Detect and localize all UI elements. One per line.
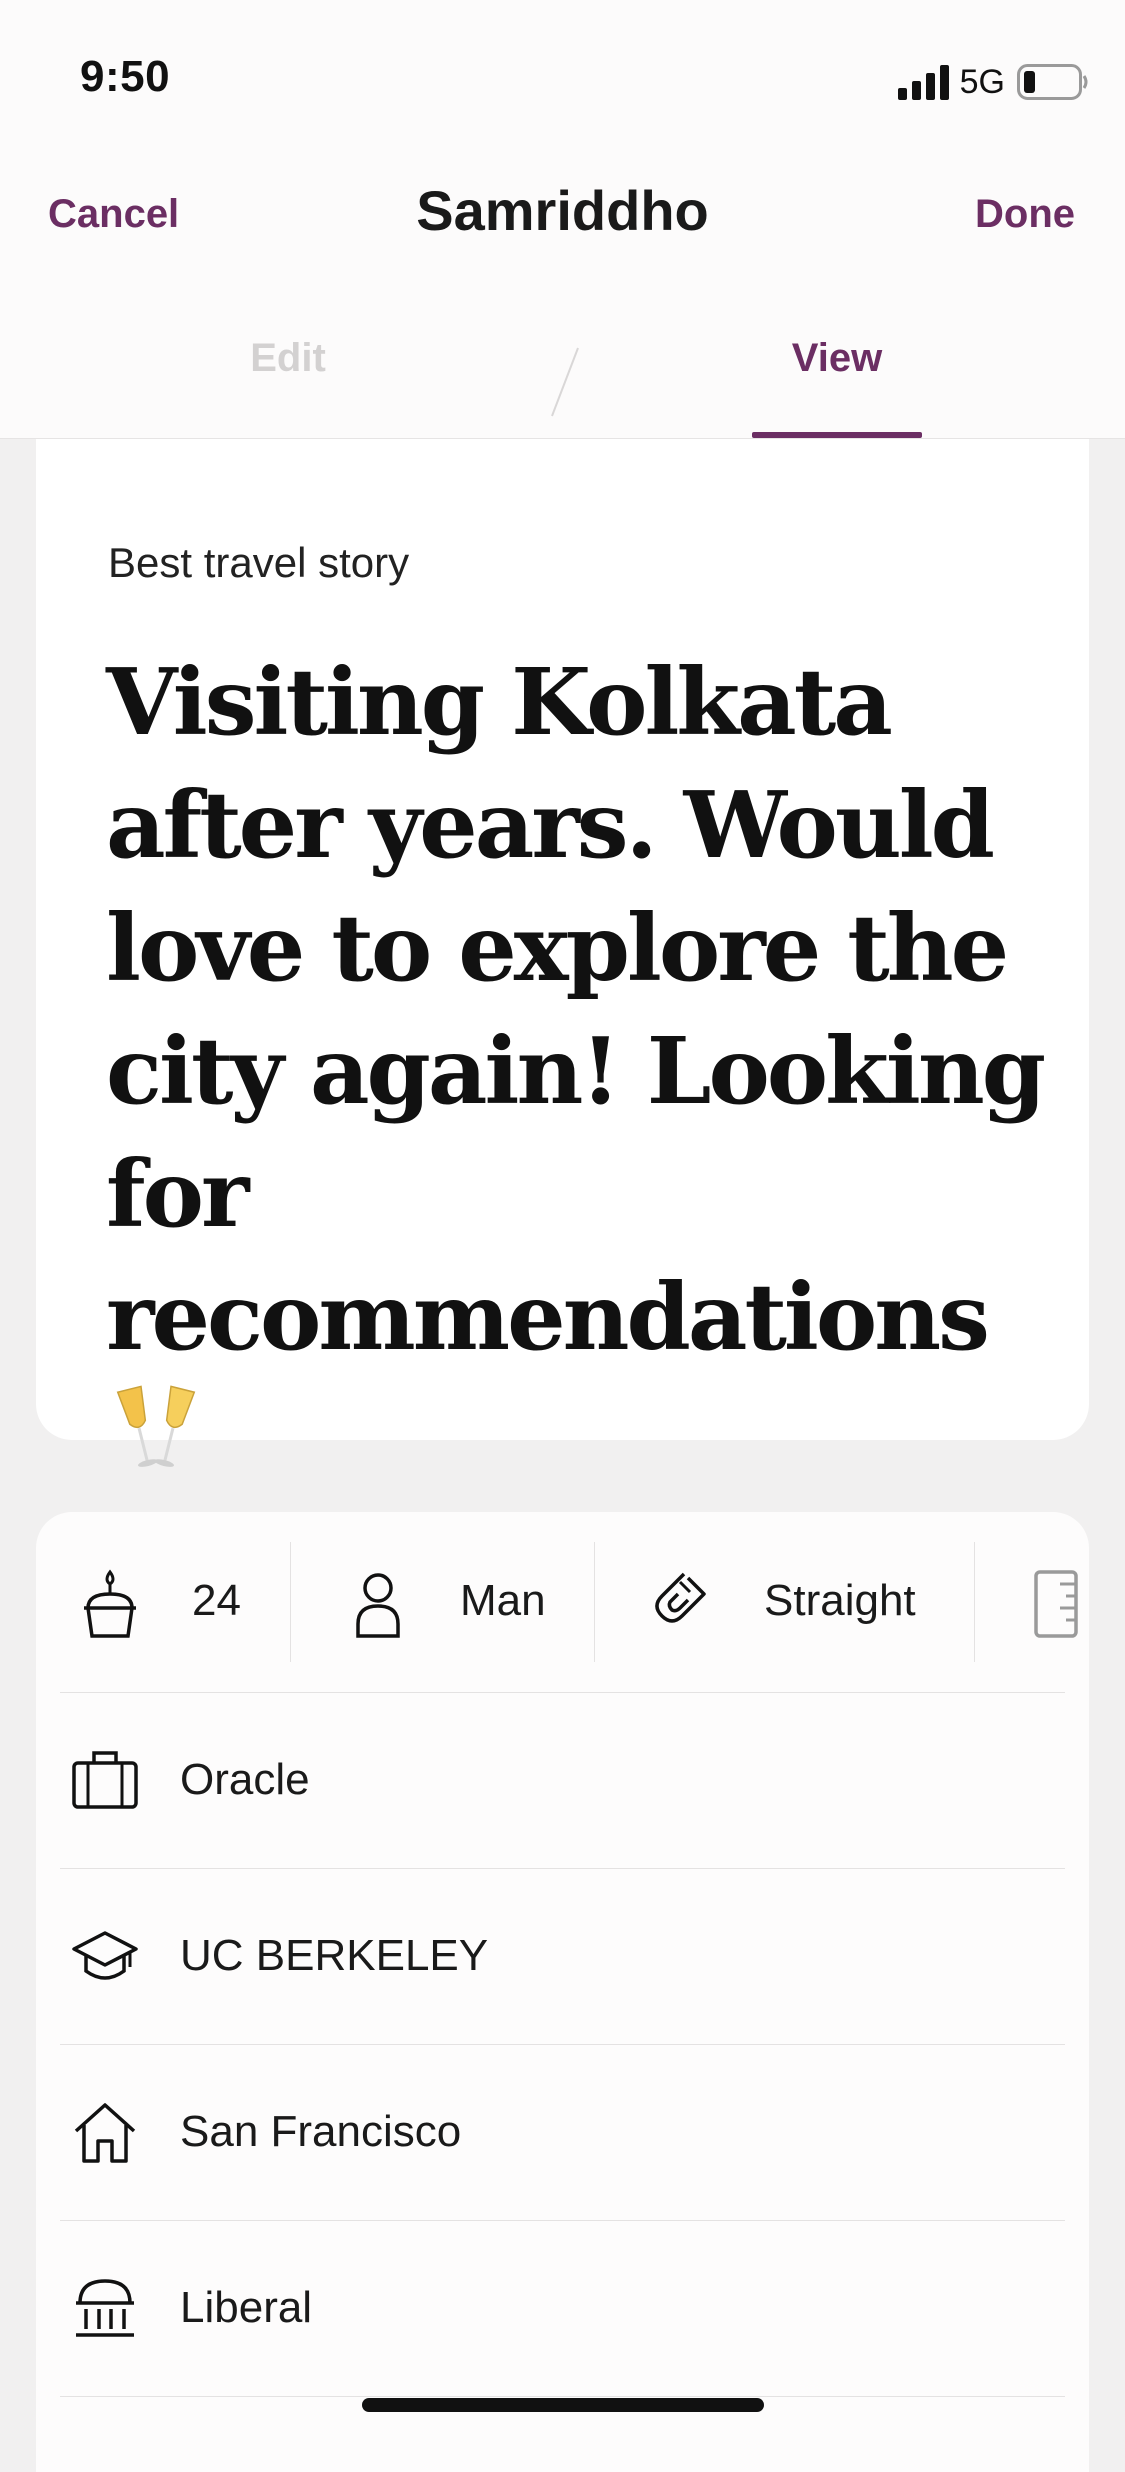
detail-row-school[interactable]: UC BERKELEY xyxy=(60,1868,1065,2045)
detail-row-hometown[interactable]: San Francisco xyxy=(60,2044,1065,2221)
birthday-cake-icon xyxy=(84,1569,136,1638)
chip-divider xyxy=(974,1542,975,1662)
profile-info-card: 24 Man Straight Oracle UC BERKELEY San F… xyxy=(36,1512,1089,2472)
magnet-icon xyxy=(655,1572,706,1623)
champagne-glasses-icon xyxy=(116,1385,196,1467)
active-tab-indicator xyxy=(752,432,922,438)
home-indicator[interactable] xyxy=(362,2398,764,2412)
tab-view[interactable]: View xyxy=(752,336,922,381)
ruler-icon xyxy=(1034,1570,1078,1638)
briefcase-icon xyxy=(72,1751,138,1809)
prompt-question: Best travel story xyxy=(108,539,410,586)
page-title: Samriddho xyxy=(416,179,709,242)
capitol-dome-icon xyxy=(76,2279,134,2337)
age-value: 24 xyxy=(192,1576,241,1625)
battery-icon xyxy=(1017,64,1088,100)
status-icons: 5G xyxy=(897,62,1089,102)
prompt-answer-text: Visiting Kolkata after years. Would love… xyxy=(106,648,1046,1371)
gender-value: Man xyxy=(460,1576,546,1625)
done-button[interactable]: Done xyxy=(975,192,1075,237)
signal-bars-icon xyxy=(897,65,949,100)
tab-divider xyxy=(551,347,579,417)
person-icon xyxy=(356,1573,400,1638)
sexuality-value: Straight xyxy=(764,1576,916,1625)
status-time: 9:50 xyxy=(80,52,171,101)
network-type: 5G xyxy=(959,62,1005,101)
vitals-row[interactable]: 24 Man Straight xyxy=(36,1512,1089,1692)
work-value: Oracle xyxy=(180,1755,310,1804)
top-bar: 9:50 5G Cancel Samriddho Done Edit View xyxy=(0,0,1125,439)
politics-value: Liberal xyxy=(180,2283,313,2332)
detail-row-politics[interactable]: Liberal xyxy=(60,2220,1065,2397)
graduation-cap-icon xyxy=(72,1931,138,1980)
prompt-answer: Visiting Kolkata after years. Would love… xyxy=(106,641,1066,1502)
chip-divider xyxy=(290,1542,291,1662)
detail-row-work[interactable]: Oracle xyxy=(60,1692,1065,1869)
hometown-value: San Francisco xyxy=(180,2107,462,2156)
tab-edit[interactable]: Edit xyxy=(180,336,396,381)
prompt-card[interactable]: Best travel story Visiting Kolkata after… xyxy=(36,439,1089,1467)
home-icon xyxy=(74,2103,136,2163)
school-value: UC BERKELEY xyxy=(180,1931,489,1980)
chip-divider xyxy=(594,1542,595,1662)
